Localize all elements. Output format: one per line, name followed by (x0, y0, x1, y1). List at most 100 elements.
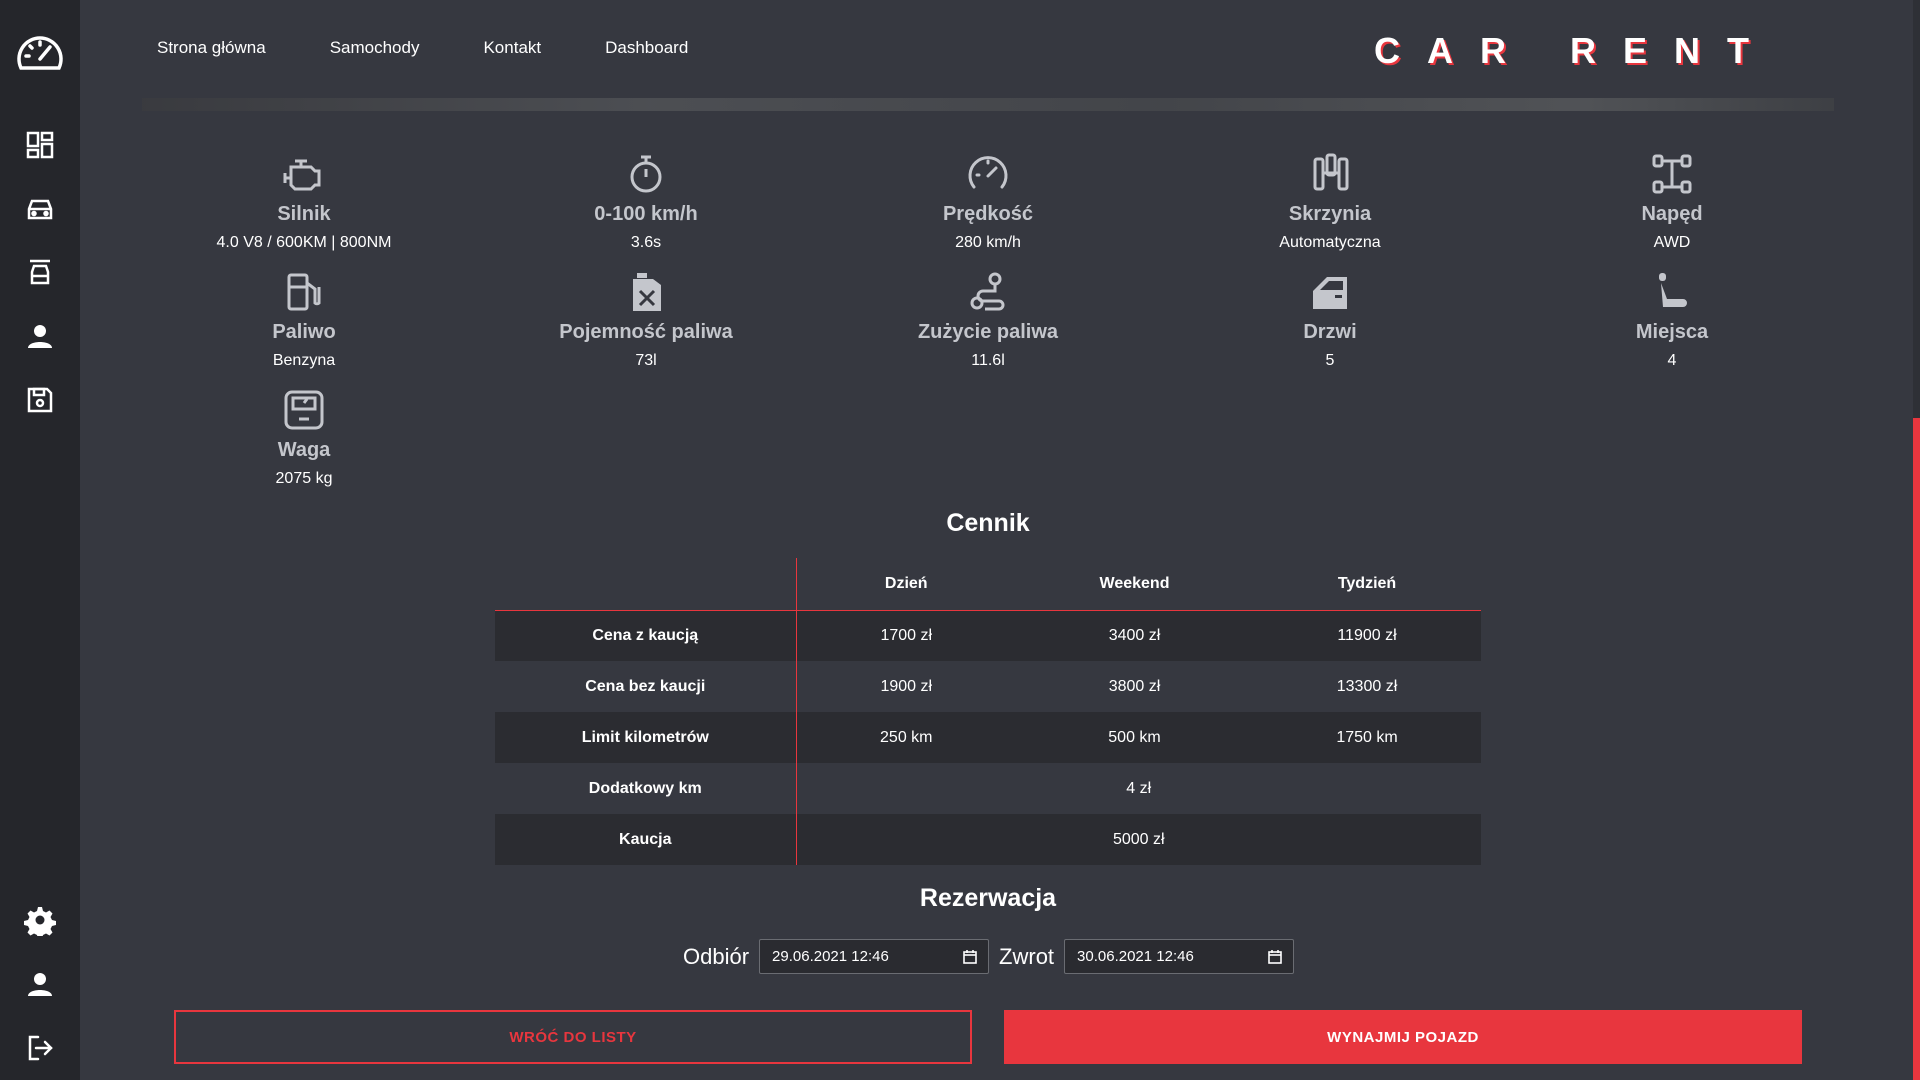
spec-speed: Prędkość 280 km/h (828, 151, 1148, 252)
price-cell: 1750 km (1253, 712, 1481, 763)
spec-value: 4.0 V8 / 600KM | 800NM (216, 234, 392, 251)
spec-label: Pojemność paliwa (559, 321, 733, 343)
car-image-strip (142, 98, 1834, 111)
return-label: Zwrot (999, 943, 1055, 969)
drivetrain-icon (1649, 151, 1695, 197)
spec-label: Prędkość (942, 203, 1034, 225)
save-icon[interactable] (24, 384, 56, 416)
pricing-col-day: Dzień (796, 558, 1016, 611)
spec-label: Skrzynia (1288, 203, 1372, 225)
spec-value: 73l (635, 352, 657, 369)
price-cell: 3800 zł (1108, 677, 1161, 695)
jerrycan-icon (623, 269, 669, 315)
nav-link-dashboard[interactable]: Dashboard (605, 38, 688, 58)
nav-link-cars[interactable]: Samochody (330, 38, 420, 58)
spec-value: 2075 kg (275, 470, 333, 487)
row-label: Cena bez kaucji (495, 661, 797, 712)
price-cell: 5000 zł (796, 814, 1481, 865)
pricing-col-week: Tydzień (1253, 558, 1481, 611)
price-cell: 13300 zł (1336, 677, 1398, 695)
spec-doors: Drzwi 5 (1170, 269, 1490, 370)
spec-label: Zużycie paliwa (917, 321, 1059, 343)
price-cell: 4 zł (1126, 779, 1152, 797)
calendar-icon[interactable] (1267, 949, 1283, 965)
price-cell: 11900 zł (1253, 610, 1481, 661)
engine-icon (281, 151, 327, 197)
pricing-title: Cennik (946, 509, 1030, 537)
pickup-date-input[interactable]: 29.06.2021 12:46 (759, 939, 990, 974)
top-nav: Strona główna Samochody Kontakt Dashboar… (157, 38, 688, 58)
logout-icon[interactable] (24, 1032, 56, 1064)
seat-icon (1649, 269, 1695, 315)
spec-drivetrain: Napęd AWD (1512, 151, 1832, 252)
rent-vehicle-button[interactable]: WYNAJMIJ POJAZD (1004, 1010, 1802, 1064)
price-cell: 1900 zł (880, 677, 933, 695)
scrollbar-track[interactable] (1913, 0, 1920, 1080)
booking-title: Rezerwacja (919, 884, 1057, 912)
nav-link-contact[interactable]: Kontakt (483, 38, 541, 58)
row-label: Kaucja (495, 814, 797, 865)
pricing-table: Dzień Weekend Tydzień Cena z kaucją 1700… (495, 558, 1481, 865)
pricing-corner (495, 558, 797, 611)
calendar-icon[interactable] (962, 949, 978, 965)
user-icon[interactable] (24, 320, 56, 352)
table-row: Cena bez kaucji 1900 zł 3800 zł 13300 zł (495, 661, 1481, 712)
spec-acceleration: 0-100 km/h 3.6s (486, 151, 806, 252)
price-cell: 500 km (1016, 712, 1253, 763)
car-icon[interactable] (24, 193, 56, 225)
spec-value: 3.6s (630, 234, 662, 251)
scale-icon (281, 387, 327, 433)
pickup-date-value: 29.06.2021 12:46 (772, 948, 889, 965)
table-row: Dodatkowy km 4 zł (495, 763, 1481, 814)
spec-label: Drzwi (1303, 321, 1357, 343)
stopwatch-icon (623, 151, 669, 197)
spec-label: 0-100 km/h (594, 203, 698, 225)
back-to-list-button[interactable]: WRÓĆ DO LISTY (174, 1010, 972, 1064)
table-row: Kaucja 5000 zł (495, 814, 1481, 865)
dashboard-grid-icon[interactable] (24, 129, 56, 161)
pickup-label: Odbiór (683, 943, 750, 969)
row-label: Dodatkowy km (495, 763, 797, 814)
row-label: Limit kilometrów (495, 712, 797, 763)
pricing-col-weekend: Weekend (1016, 558, 1253, 611)
profile-icon[interactable] (24, 968, 56, 1000)
spec-value: Automatyczna (1279, 234, 1381, 251)
spec-value: Benzyna (272, 352, 336, 369)
return-date-input[interactable]: 30.06.2021 12:46 (1064, 939, 1295, 974)
spec-label: Miejsca (1635, 321, 1709, 343)
spec-value: AWD (1653, 234, 1691, 251)
row-label: Cena z kaucją (495, 610, 797, 661)
price-cell: 250 km (796, 712, 1016, 763)
price-cell: 3400 zł (1016, 610, 1253, 661)
brand-logo[interactable]: CAR RENT (1374, 30, 1776, 72)
car-wash-icon[interactable] (24, 256, 56, 288)
spec-value: 280 km/h (955, 234, 1021, 251)
gearbox-icon (1307, 151, 1353, 197)
spec-fuel-capacity: Pojemność paliwa 73l (486, 269, 806, 370)
car-door-icon (1307, 269, 1353, 315)
return-date-value: 30.06.2021 12:46 (1077, 948, 1194, 965)
table-row: Limit kilometrów 250 km 500 km 1750 km (495, 712, 1481, 763)
booking-form: Odbiór 29.06.2021 12:46 Zwrot 30.06.2021… (683, 939, 1304, 974)
spec-label: Silnik (277, 203, 331, 225)
spec-fuel-consumption: Zużycie paliwa 11.6l (828, 269, 1148, 370)
spec-value: 11.6l (971, 352, 1005, 369)
speedometer-icon (965, 151, 1011, 197)
price-cell: 1700 zł (796, 610, 1016, 661)
spec-label: Napęd (1641, 203, 1703, 225)
speedometer-icon[interactable] (15, 32, 65, 76)
spec-fuel: Paliwo Benzyna (144, 269, 464, 370)
spec-label: Waga (277, 439, 331, 461)
sidebar (0, 0, 80, 1080)
fuel-pump-icon (281, 269, 327, 315)
spec-seats: Miejsca 4 (1512, 269, 1832, 370)
spec-value: 5 (1325, 352, 1335, 369)
spec-gearbox: Skrzynia Automatyczna (1170, 151, 1490, 252)
spec-label: Paliwo (272, 321, 336, 343)
spec-engine: Silnik 4.0 V8 / 600KM | 800NM (144, 151, 464, 252)
spec-weight: Waga 2075 kg (144, 387, 464, 488)
nav-link-home[interactable]: Strona główna (157, 38, 266, 58)
table-row: Cena z kaucją 1700 zł 3400 zł 11900 zł (495, 610, 1481, 661)
route-icon (965, 269, 1011, 315)
spec-value: 4 (1667, 352, 1677, 369)
